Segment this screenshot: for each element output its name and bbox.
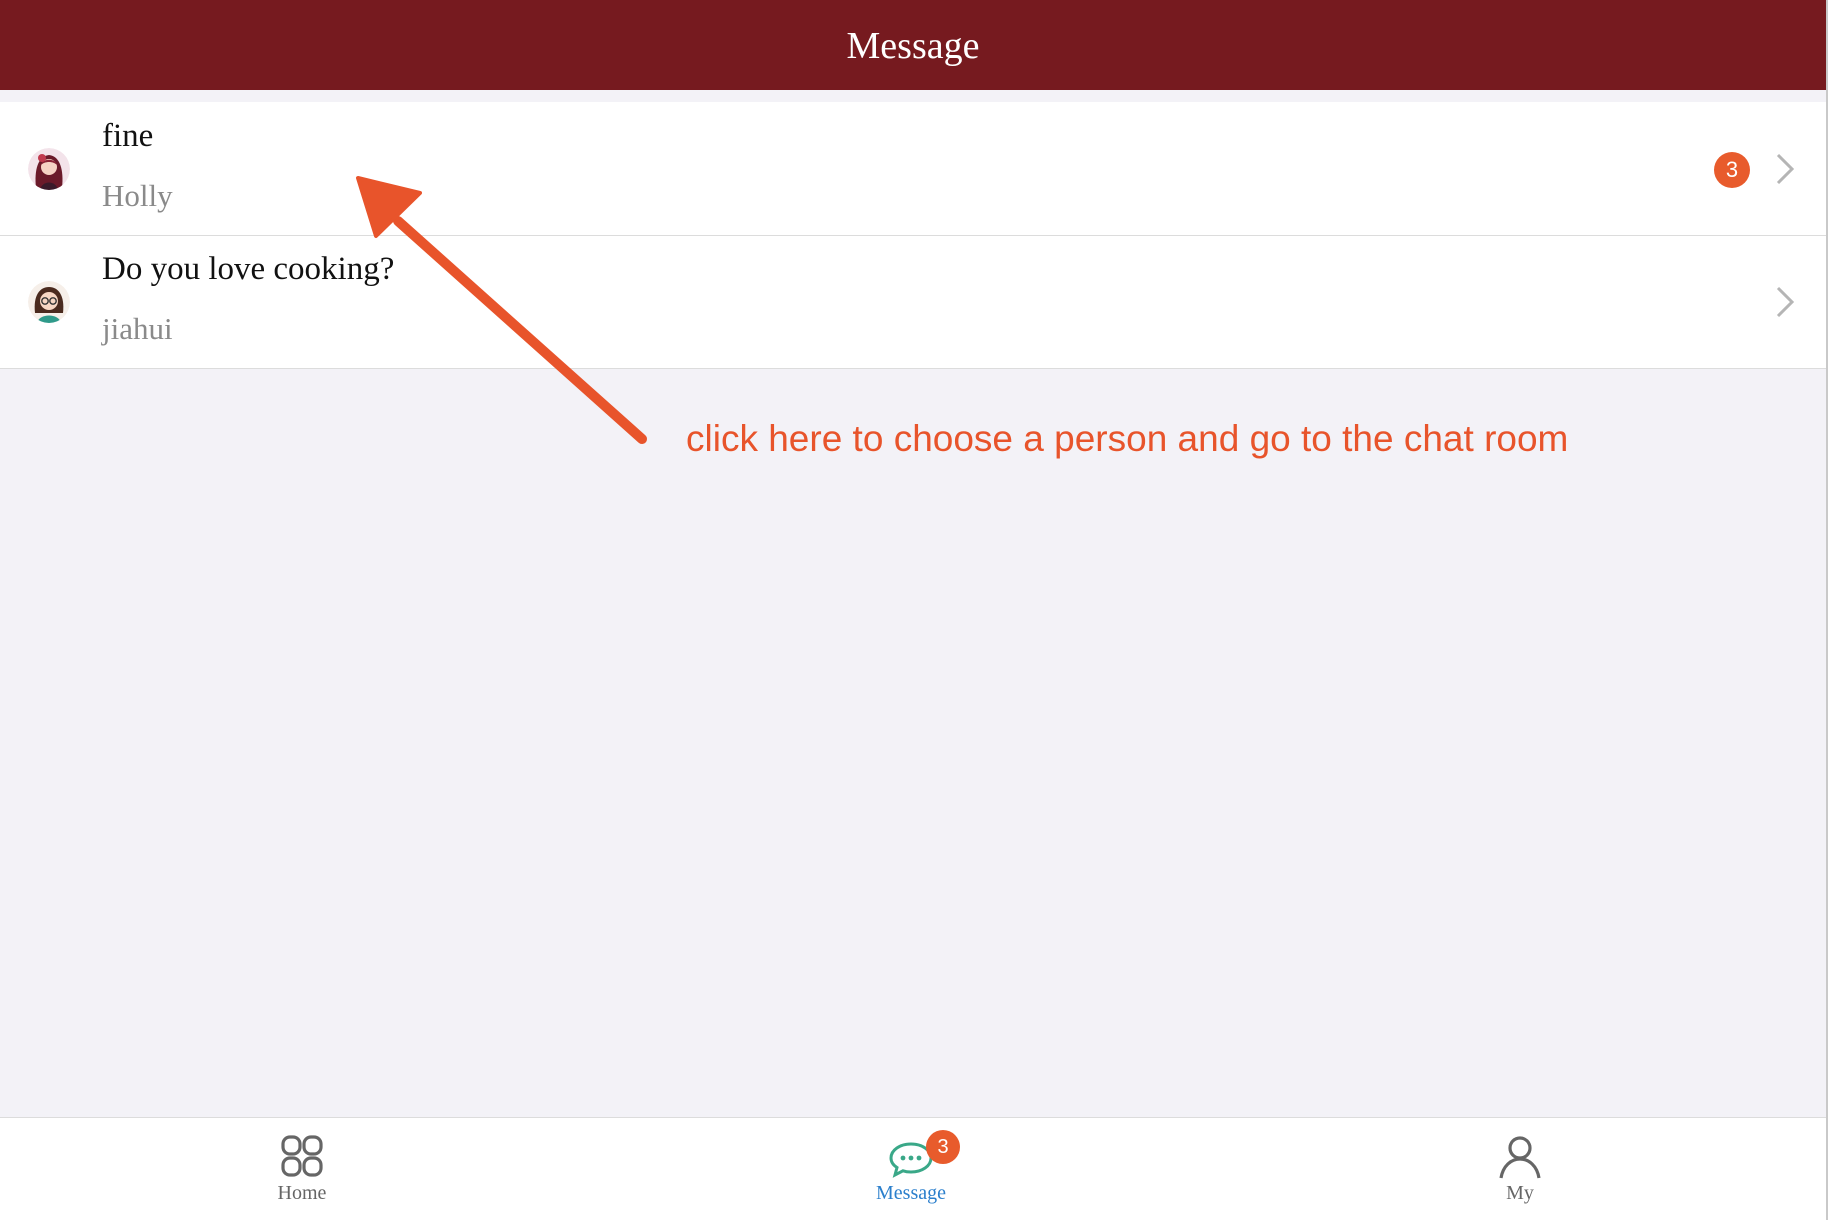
girl-with-glasses-avatar-icon bbox=[28, 281, 70, 323]
tab-message[interactable]: 3 Message bbox=[811, 1118, 1011, 1218]
tab-my[interactable]: My bbox=[1420, 1118, 1620, 1218]
tab-label: My bbox=[1506, 1182, 1534, 1204]
page-title: Message bbox=[846, 25, 980, 67]
grid-icon bbox=[277, 1132, 327, 1182]
tab-home[interactable]: Home bbox=[202, 1118, 402, 1218]
message-unread-badge: 3 bbox=[926, 1130, 960, 1164]
conversation-row-jiahui[interactable]: Do you love cooking? jiahui bbox=[0, 235, 1826, 368]
unread-count-badge: 3 bbox=[1714, 152, 1750, 188]
last-message-text: Do you love cooking? bbox=[102, 251, 395, 287]
chevron-right-icon bbox=[1774, 285, 1796, 319]
bottom-tab-bar: Home 3 Message My bbox=[0, 1117, 1826, 1218]
tutorial-annotation-text: click here to choose a person and go to … bbox=[686, 418, 1569, 459]
person-icon bbox=[1495, 1132, 1545, 1182]
sender-name: jiahui bbox=[102, 311, 173, 346]
tab-label: Message bbox=[876, 1182, 946, 1204]
woman-avatar-icon bbox=[28, 148, 70, 190]
tab-label: Home bbox=[277, 1182, 327, 1204]
conversation-row-holly[interactable]: fine Holly 3 bbox=[0, 102, 1826, 235]
sender-name: Holly bbox=[102, 178, 173, 213]
conversation-list: fine Holly 3 Do you love cooking? jiahui bbox=[0, 102, 1826, 369]
top-header-bar: Message bbox=[0, 0, 1826, 90]
last-message-text: fine bbox=[102, 118, 154, 154]
app-screen: Message fine Holly 3 Do you love cooking… bbox=[0, 0, 1826, 1218]
chevron-right-icon bbox=[1774, 152, 1796, 186]
